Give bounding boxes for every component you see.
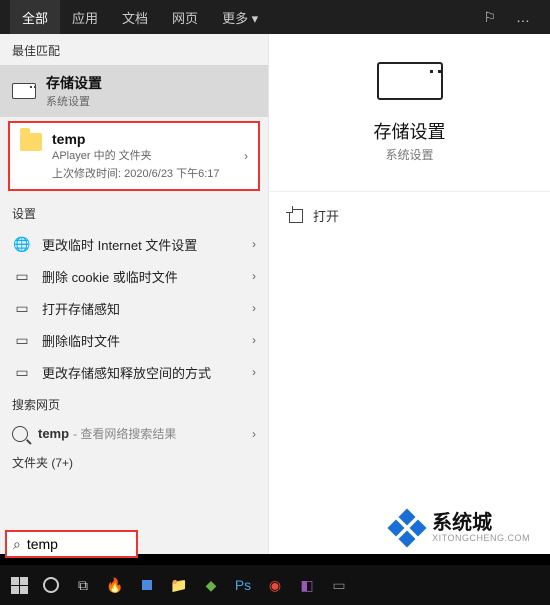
chevron-right-icon: › [244,149,248,163]
search-web-hint: - 查看网络搜索结果 [73,425,176,442]
settings-item-storage-sense-config[interactable]: ▭ 更改存储感知释放空间的方式 › [0,356,268,388]
taskbar-app-2[interactable] [136,574,158,596]
tab-web[interactable]: 网页 [160,0,210,34]
top-tab-bar: 全部 应用 文档 网页 更多 ▾ ⚐ … [0,0,550,34]
taskbar: ⧉ 🔥 📁 ◆ Ps ◉ ◧ ▭ [0,565,550,605]
search-web-item[interactable]: temp - 查看网络搜索结果 › [0,419,268,448]
tab-documents[interactable]: 文档 [110,0,160,34]
open-icon [289,209,303,223]
settings-item-label: 更改存储感知释放空间的方式 [42,363,211,382]
storage-icon [12,83,36,99]
tab-all[interactable]: 全部 [10,0,60,34]
best-match-item[interactable]: 存储设置 系统设置 [0,65,268,117]
preview-panel: 存储设置 系统设置 打开 [269,34,550,554]
folder-result[interactable]: temp APlayer 中的 文件夹 上次修改时间: 2020/6/23 下午… [8,121,260,191]
photoshop-icon[interactable]: Ps [232,574,254,596]
explorer-icon[interactable]: 📁 [168,574,190,596]
globe-icon: 🌐 [12,234,32,254]
drive-icon: ▭ [12,330,32,350]
results-panel: 最佳匹配 存储设置 系统设置 temp APlayer 中的 文件夹 上次修改时… [0,34,269,554]
search-input[interactable] [27,536,117,552]
taskbar-app-5[interactable]: ▭ [328,574,350,596]
chevron-right-icon: › [252,333,256,347]
task-view-icon[interactable]: ⧉ [72,574,94,596]
preview-subtitle: 系统设置 [385,146,433,163]
settings-item-storage-sense[interactable]: ▭ 打开存储感知 › [0,292,268,324]
best-match-label: 最佳匹配 [0,34,268,65]
drive-icon: ▭ [12,298,32,318]
feedback-icon[interactable]: ⚐ [473,9,506,26]
watermark-logo: 系统城 XITONGCHENG.COM [390,511,530,545]
taskbar-app-3[interactable]: ◉ [264,574,286,596]
wechat-icon[interactable]: ◆ [200,574,222,596]
cortana-icon[interactable] [40,574,62,596]
search-web-label: 搜索网页 [0,388,268,419]
search-icon: ⌕ [13,536,21,553]
logo-icon [390,511,424,545]
best-match-subtitle: 系统设置 [46,93,102,109]
preview-title: 存储设置 [374,118,446,144]
chevron-right-icon: › [252,237,256,251]
folder-name: temp [52,131,220,147]
best-match-title: 存储设置 [46,73,102,93]
start-button[interactable] [8,574,30,596]
folder-modified: 上次修改时间: 2020/6/23 下午6:17 [52,165,220,181]
open-label: 打开 [313,206,339,225]
taskbar-app-1[interactable]: 🔥 [104,574,126,596]
settings-item-label: 打开存储感知 [42,299,120,318]
settings-item-delete-temp[interactable]: ▭ 删除临时文件 › [0,324,268,356]
settings-item-label: 删除 cookie 或临时文件 [42,267,178,286]
more-icon[interactable]: … [506,9,540,25]
settings-item-label: 删除临时文件 [42,331,120,350]
settings-item-delete-cookies[interactable]: ▭ 删除 cookie 或临时文件 › [0,260,268,292]
chevron-right-icon: › [252,301,256,315]
settings-item-internet-temp[interactable]: 🌐 更改临时 Internet 文件设置 › [0,228,268,260]
folder-icon [20,133,42,151]
chevron-right-icon: › [252,269,256,283]
settings-label: 设置 [0,197,268,228]
search-box[interactable]: ⌕ [5,530,138,558]
storage-large-icon [377,62,443,100]
open-action[interactable]: 打开 [269,191,550,239]
drive-icon: ▭ [12,266,32,286]
logo-text-cn: 系统城 [432,513,530,533]
taskbar-app-4[interactable]: ◧ [296,574,318,596]
tab-more[interactable]: 更多 ▾ [210,0,270,34]
folders-count-label: 文件夹 (7+) [0,448,268,475]
search-icon [12,426,28,442]
chevron-right-icon: › [252,365,256,379]
settings-item-label: 更改临时 Internet 文件设置 [42,235,197,254]
folder-location: APlayer 中的 文件夹 [52,147,220,163]
logo-text-en: XITONGCHENG.COM [432,533,530,543]
chevron-right-icon: › [252,427,256,441]
drive-icon: ▭ [12,362,32,382]
search-web-query: temp [38,426,69,441]
tab-apps[interactable]: 应用 [60,0,110,34]
